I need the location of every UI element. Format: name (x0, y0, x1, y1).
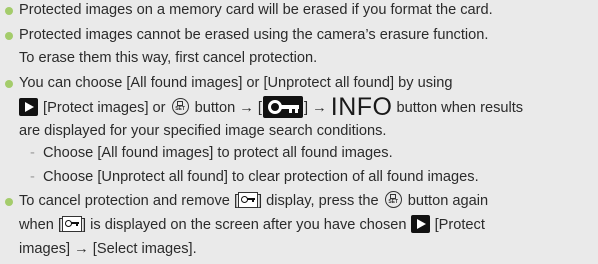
protect-key-icon (262, 96, 303, 119)
note-1-line-1: Protected images on a memory card will b… (19, 2, 493, 18)
sub-dash: - (30, 169, 35, 185)
protect-key-frame-icon (238, 192, 259, 209)
bullet-icon (5, 80, 13, 88)
play-button-icon (410, 215, 430, 234)
func-set-button-icon (384, 190, 402, 208)
notes-list: Protected images on a memory card will b… (0, 0, 598, 264)
sub-dash: - (30, 145, 35, 161)
note-4-line-1: To cancel protection and remove [] displ… (19, 190, 488, 212)
func-set-button-icon (171, 97, 189, 115)
note-3-line-3: are displayed for your specified image s… (19, 123, 387, 139)
note-3-sub-2: Choose [Unprotect all found] to clear pr… (43, 169, 479, 185)
note-4-line-2: when [] is displayed on the screen after… (19, 215, 485, 234)
bullet-icon (5, 7, 13, 15)
note-4-line-3: images] → [Select images]. (19, 241, 197, 257)
note-3-line-2: [Protect images] or button → [] → INFO b… (19, 93, 523, 121)
bullet-icon (5, 32, 13, 40)
info-button-label: INFO (330, 93, 393, 121)
protect-key-frame-icon (62, 216, 82, 233)
note-3-line-1: You can choose [All found images] or [Un… (19, 75, 453, 91)
play-button-icon (19, 98, 38, 117)
note-2-line-2: To erase them this way, first cancel pro… (19, 50, 318, 66)
bullet-icon (5, 198, 13, 206)
note-2-line-1: Protected images cannot be erased using … (19, 27, 489, 43)
note-3-sub-1: Choose [All found images] to protect all… (43, 145, 393, 161)
